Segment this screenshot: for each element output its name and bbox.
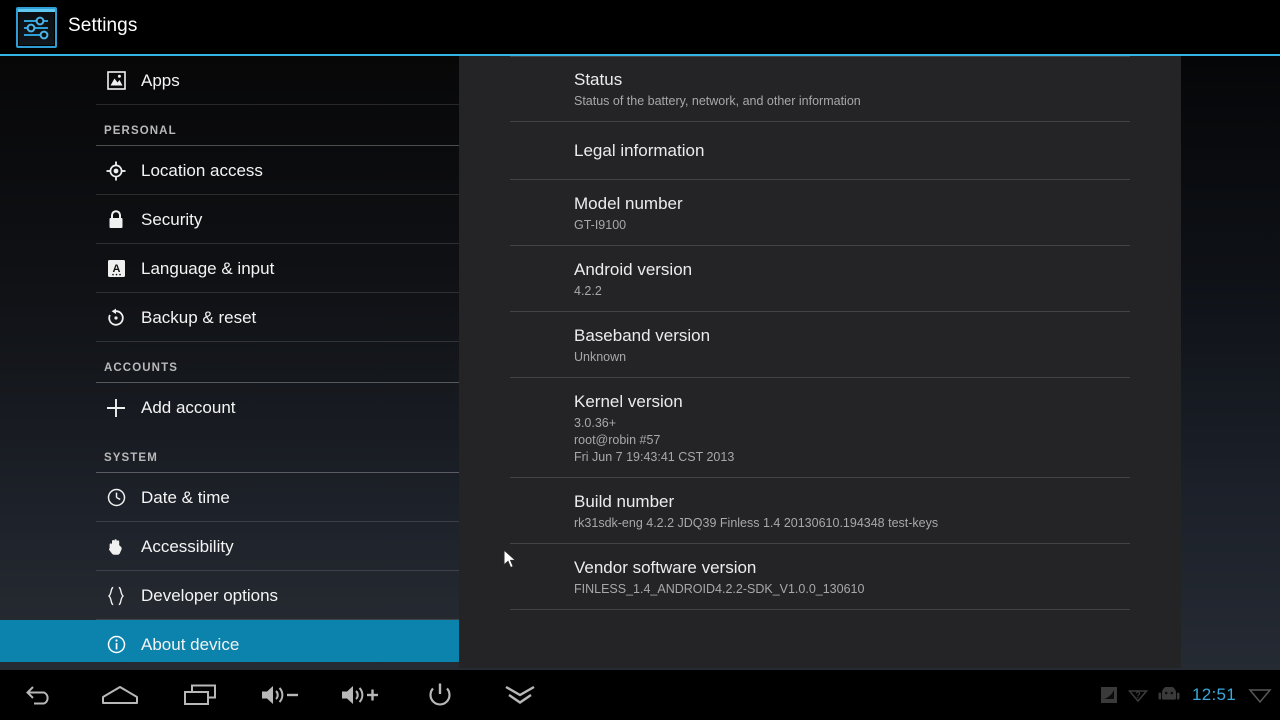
sidebar-item-label: Location access (141, 160, 263, 180)
pref-summary: FINLESS_1.4_ANDROID4.2.2-SDK_V1.0.0_1306… (574, 582, 865, 596)
sidebar-item-accessibility[interactable]: Accessibility (0, 522, 459, 571)
sidebar-item-label: About device (141, 634, 240, 654)
pref-android-version[interactable]: Android version 4.2.2 (459, 246, 1181, 312)
sidebar-item-date-time[interactable]: Date & time (0, 473, 459, 522)
pref-title: Android version (574, 260, 693, 279)
pref-status[interactable]: Status Status of the battery, network, a… (459, 56, 1181, 122)
settings-sliders-icon (16, 7, 57, 48)
sidebar-item-apps[interactable]: Apps (0, 56, 459, 105)
sidebar-header-label: PERSONAL (104, 125, 177, 137)
home-icon[interactable] (80, 670, 160, 720)
power-icon[interactable] (400, 670, 480, 720)
sidebar-item-location-access[interactable]: Location access (0, 146, 459, 195)
pref-title: Kernel version (574, 392, 683, 411)
pref-model-number[interactable]: Model number GT-I9100 (459, 180, 1181, 246)
sidebar-header-accounts: ACCOUNTS (0, 342, 459, 383)
svg-text:?: ? (1135, 690, 1141, 700)
sidebar-item-about-device[interactable]: About device (0, 620, 459, 662)
pref-title: Status (574, 70, 623, 89)
pref-summary: Status of the battery, network, and othe… (574, 94, 861, 108)
sidebar-item-label: Date & time (141, 487, 230, 507)
sidebar-item-label: Apps (141, 70, 180, 90)
pref-kernel-version[interactable]: Kernel version 3.0.36+ root@robin #57 Fr… (459, 378, 1181, 478)
page-title: Settings (68, 15, 138, 36)
pref-title: Vendor software version (574, 558, 757, 577)
sidebar-item-security[interactable]: Security (0, 195, 459, 244)
sidebar-item-label: Add account (141, 397, 236, 417)
recents-icon[interactable] (160, 670, 240, 720)
pref-title: Legal information (574, 141, 705, 160)
status-clock: 12:51 (1191, 685, 1236, 704)
lock-icon (104, 208, 128, 232)
clock-icon (104, 486, 128, 510)
sidebar-item-label: Developer options (141, 585, 279, 605)
backup-restore-icon (104, 306, 128, 330)
hand-icon (104, 535, 128, 559)
pref-summary: 3.0.36+ root@robin #57 Fri Jun 7 19:43:4… (574, 416, 735, 464)
pref-summary: rk31sdk-eng 4.2.2 JDQ39 Finless 1.4 2013… (574, 516, 939, 530)
main-stage: Apps PERSONAL Location access Security A… (0, 56, 1280, 670)
unknown-question-icon: ? (1127, 686, 1148, 704)
sliders-glyph (24, 16, 49, 40)
sidebar-item-label: Security (141, 209, 203, 229)
plus-icon (104, 396, 128, 420)
about-device-list[interactable]: Status Status of the battery, network, a… (459, 56, 1181, 668)
volume-down-icon[interactable] (240, 670, 320, 720)
back-icon[interactable] (0, 670, 80, 720)
volume-up-icon[interactable] (320, 670, 400, 720)
sidebar-header-label: SYSTEM (104, 452, 158, 464)
pref-legal-information[interactable]: Legal information (459, 122, 1181, 180)
sidebar-item-label: Accessibility (141, 536, 234, 556)
pref-summary: 4.2.2 (574, 284, 602, 298)
sdcard-icon (1100, 686, 1118, 704)
sidebar-item-language-input[interactable]: A Language & input (0, 244, 459, 293)
language-a-icon: A (104, 257, 128, 281)
sidebar-header-label: ACCOUNTS (104, 362, 178, 374)
sidebar-item-add-account[interactable]: Add account (0, 383, 459, 432)
wifi-empty-icon (1248, 686, 1272, 704)
sidebar-item-label: Backup & reset (141, 307, 257, 327)
android-robot-icon (1158, 687, 1180, 703)
pref-summary: GT-I9100 (574, 218, 627, 232)
system-navigation-bar: ? 12:51 (0, 670, 1280, 720)
pref-summary: Unknown (574, 350, 627, 364)
sidebar-header-system: SYSTEM (0, 432, 459, 473)
location-target-icon (104, 159, 128, 183)
sidebar-item-developer-options[interactable]: Developer options (0, 571, 459, 620)
apps-picture-icon (104, 69, 128, 93)
icon-top-highlight (18, 9, 55, 12)
sidebar-item-backup-reset[interactable]: Backup & reset (0, 293, 459, 342)
svg-text:A: A (112, 263, 120, 275)
braces-icon (104, 584, 128, 608)
settings-sidebar: Apps PERSONAL Location access Security A… (0, 56, 459, 662)
pref-title: Model number (574, 194, 683, 213)
pref-vendor-software-version[interactable]: Vendor software version FINLESS_1.4_ANDR… (459, 544, 1181, 610)
info-circle-icon (104, 633, 128, 657)
pref-divider (510, 609, 1130, 610)
status-icon-tray[interactable]: ? 12:51 (1100, 670, 1272, 720)
nav-button-group (0, 670, 560, 720)
pref-title: Build number (574, 492, 675, 511)
title-bar: Settings (0, 0, 1280, 55)
chevrons-down-icon[interactable] (480, 670, 560, 720)
pref-title: Baseband version (574, 326, 711, 345)
pref-build-number[interactable]: Build number rk31sdk-eng 4.2.2 JDQ39 Fin… (459, 478, 1181, 544)
sidebar-header-personal: PERSONAL (0, 105, 459, 146)
sidebar-item-label: Language & input (141, 258, 275, 278)
pref-baseband-version[interactable]: Baseband version Unknown (459, 312, 1181, 378)
